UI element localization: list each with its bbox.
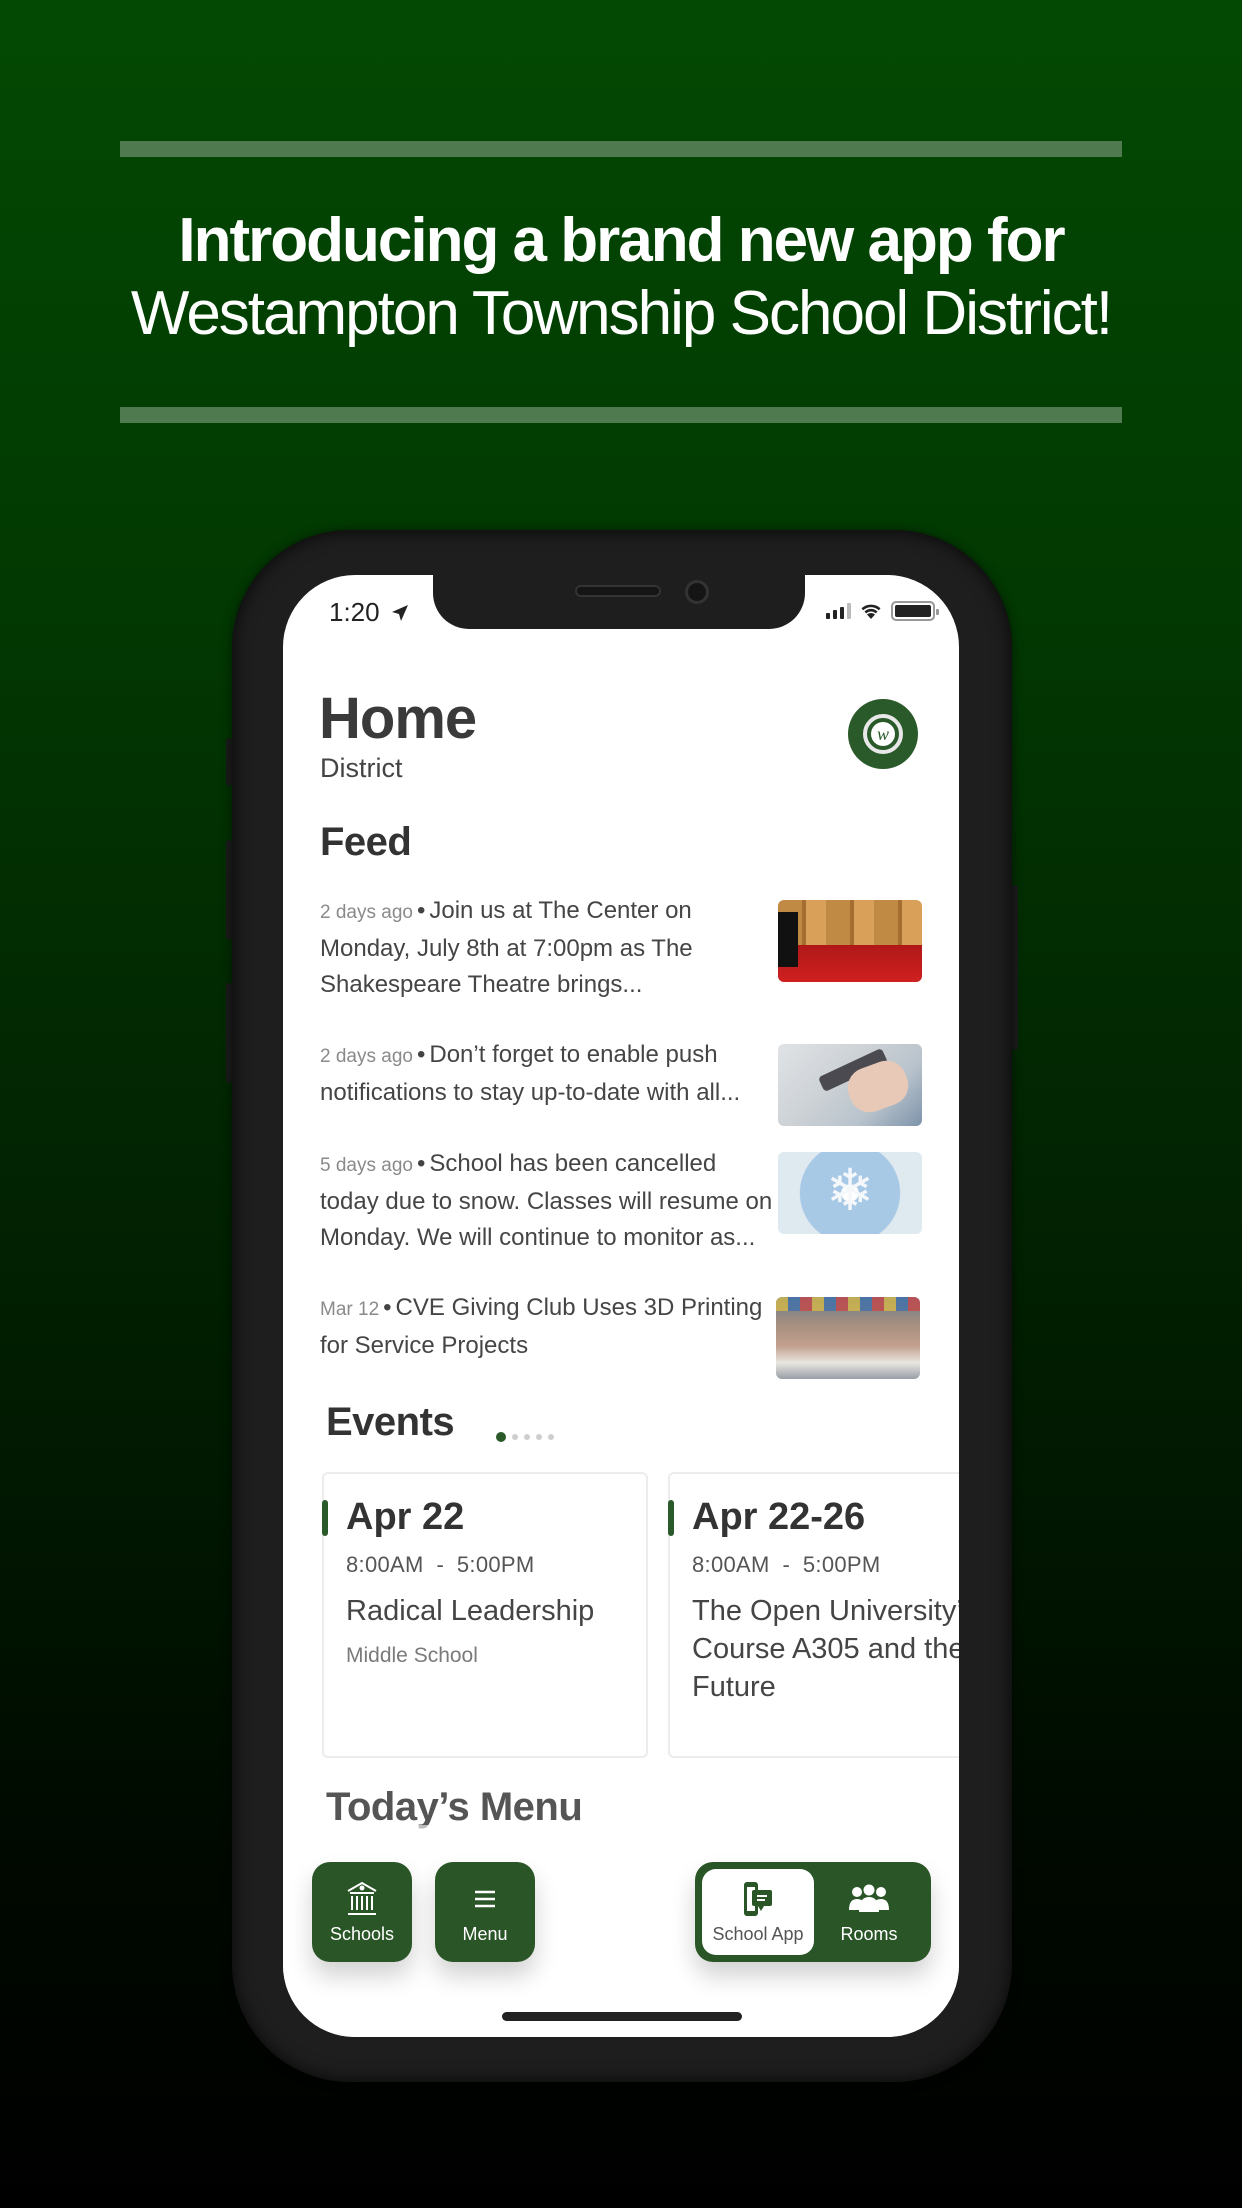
page-dot[interactable] bbox=[512, 1434, 518, 1440]
feed-item[interactable]: 2 days ago • Don’t forget to enable push n… bbox=[320, 1037, 922, 1126]
page-dot-active[interactable] bbox=[496, 1432, 506, 1442]
app-mode-switcher: School App Rooms bbox=[695, 1862, 931, 1962]
event-date: Apr 22-26 bbox=[692, 1496, 866, 1538]
promo-subheadline: Westampton Township School District! bbox=[130, 279, 1113, 348]
page-dot[interactable] bbox=[536, 1434, 542, 1440]
district-logo-icon[interactable]: w bbox=[848, 699, 918, 769]
menu-label: Menu bbox=[462, 1923, 508, 1944]
theatre-image bbox=[778, 900, 922, 982]
feed-separator: • bbox=[416, 1041, 426, 1068]
page-subtitle: District bbox=[320, 753, 403, 783]
feed-item[interactable]: 2 days ago • Join us at The Center on Mond… bbox=[320, 893, 922, 1003]
school-app-tab[interactable]: School App bbox=[702, 1869, 814, 1955]
phone-notch bbox=[433, 575, 805, 629]
classroom-image bbox=[776, 1297, 920, 1379]
page-dot[interactable] bbox=[548, 1434, 554, 1440]
phone-hands-image bbox=[778, 1044, 922, 1126]
cellular-signal-icon bbox=[826, 603, 851, 619]
feed-heading: Feed bbox=[320, 820, 412, 864]
menu-button[interactable]: Menu bbox=[435, 1862, 535, 1962]
hamburger-menu-icon bbox=[475, 1890, 495, 1907]
feed-item[interactable]: Mar 12 • CVE Giving Club Uses 3D Printing … bbox=[320, 1290, 920, 1379]
feed-separator: • bbox=[416, 1150, 426, 1177]
logo-letter: w bbox=[871, 722, 895, 746]
event-time: 8:00AM - 5:00PM bbox=[346, 1552, 535, 1577]
feed-separator: • bbox=[383, 1294, 392, 1321]
event-name: Radical Leadership bbox=[346, 1595, 595, 1627]
time-label: 1:20 bbox=[329, 597, 380, 627]
event-card[interactable]: Apr 22 8:00AM - 5:00PM Radical Leadershi… bbox=[322, 1472, 648, 1758]
school-building-icon bbox=[347, 1881, 377, 1915]
rooms-tab[interactable]: Rooms bbox=[813, 1869, 925, 1955]
snowflake-mittens-image bbox=[778, 1152, 922, 1234]
speaker-grille bbox=[575, 585, 661, 597]
feed-separator: • bbox=[416, 897, 426, 924]
phone-message-icon bbox=[744, 1881, 772, 1916]
status-bar-indicators bbox=[826, 601, 939, 621]
app-screen: 1:20 Home District w Feed 2 days ago • Joi… bbox=[283, 575, 959, 2037]
feed-item-date: 2 days ago bbox=[320, 902, 413, 923]
event-card[interactable]: Apr 22-26 8:00AM - 5:00PM The Open Unive… bbox=[668, 1472, 959, 1758]
page-dot[interactable] bbox=[524, 1434, 530, 1440]
events-heading: Events bbox=[326, 1400, 455, 1444]
feed-item-date: 2 days ago bbox=[320, 1046, 413, 1067]
event-name: The Open University’s Course A305 and th… bbox=[692, 1595, 959, 1703]
event-accent-bar bbox=[322, 1500, 328, 1536]
rooms-label: Rooms bbox=[840, 1923, 898, 1944]
schools-button[interactable]: Schools bbox=[312, 1862, 412, 1962]
event-time: 8:00AM - 5:00PM bbox=[692, 1552, 881, 1577]
event-accent-bar bbox=[668, 1500, 674, 1536]
promo-headline: Introducing a brand new app for bbox=[178, 206, 1065, 275]
feed-item-date: Mar 12 bbox=[320, 1299, 380, 1320]
bottom-divider bbox=[120, 407, 1122, 423]
school-app-label: School App bbox=[712, 1923, 804, 1944]
page-title: Home bbox=[319, 686, 477, 751]
event-location: Middle School bbox=[346, 1644, 478, 1667]
todays-menu-heading: Today’s Menu bbox=[326, 1785, 583, 1829]
event-date: Apr 22 bbox=[346, 1496, 465, 1538]
wifi-icon bbox=[861, 604, 881, 619]
top-divider bbox=[120, 141, 1122, 157]
feed-item[interactable]: 5 days ago • School has been cancelled tod… bbox=[320, 1146, 922, 1256]
feed-item-date: 5 days ago bbox=[320, 1155, 413, 1176]
location-arrow-icon bbox=[391, 604, 408, 621]
home-indicator[interactable] bbox=[502, 2012, 742, 2021]
people-group-icon bbox=[849, 1884, 889, 1912]
events-page-indicator[interactable] bbox=[496, 1432, 554, 1442]
status-bar-time: 1:20 bbox=[329, 597, 410, 628]
front-camera bbox=[685, 580, 709, 604]
battery-icon bbox=[891, 601, 939, 621]
phone-power-button bbox=[1012, 885, 1018, 1050]
schools-label: Schools bbox=[329, 1923, 395, 1944]
